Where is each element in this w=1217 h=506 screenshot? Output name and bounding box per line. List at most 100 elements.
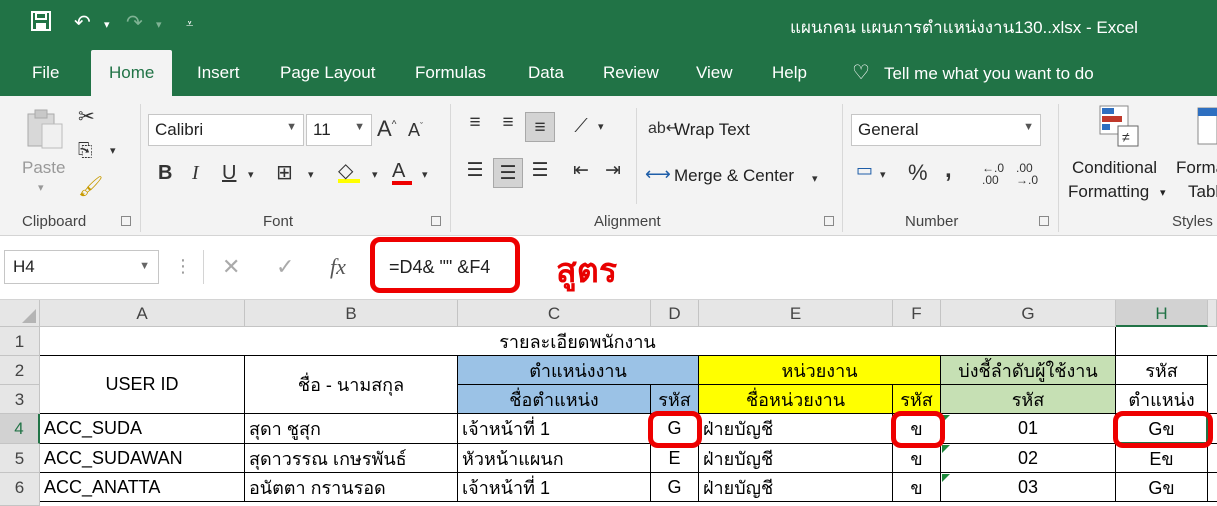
header-name[interactable]: ชื่อ - นามสกุล [245,356,458,414]
format-painter-icon[interactable]: 🖌 [78,174,103,199]
table-cell-combined[interactable]: Gข [1116,473,1208,502]
table-cell-position-code[interactable]: E [651,444,699,473]
row-header-3[interactable]: 3 [0,385,40,414]
align-bottom-icon[interactable]: ≡ [525,112,555,142]
cancel-icon[interactable]: ✕ [222,254,240,280]
align-right-icon[interactable]: ☰ [525,156,555,186]
conditional-formatting-label-1[interactable]: Conditional [1072,158,1157,178]
decrease-decimal-icon[interactable]: .00 →.0 [1016,162,1038,186]
column-header-f[interactable]: F [893,300,941,327]
table-cell-position-code[interactable]: G [651,473,699,502]
column-header-d[interactable]: D [651,300,699,327]
accounting-format-icon[interactable]: ▭ [856,160,873,181]
select-all-corner[interactable] [0,300,40,327]
accounting-dropdown-icon[interactable]: ▾ [880,168,886,181]
row-header-4[interactable]: 4 [0,414,40,444]
tab-formulas[interactable]: Formulas [415,63,486,83]
tell-me-search[interactable]: ♡ Tell me what you want to do [852,60,1094,85]
merge-center-button[interactable]: Merge & Center [674,166,794,186]
column-header-a[interactable]: A [40,300,245,327]
bold-icon[interactable]: B [158,162,172,185]
name-box[interactable]: H4 ▼ [4,250,159,284]
borders-icon[interactable]: ⊞ [276,160,293,185]
comma-style-icon[interactable]: , [945,156,952,184]
header-user-id[interactable]: USER ID [40,356,245,414]
italic-icon[interactable]: I [192,162,199,185]
tab-review[interactable]: Review [603,63,659,83]
table-cell-unit[interactable]: ฝ่ายบัญชี [699,414,893,444]
table-cell-name[interactable]: สุดาวรรณ เกษรพันธ์ [245,444,458,473]
table-cell-user-id[interactable]: ACC_SUDAWAN [40,444,245,473]
format-as-table-label-1[interactable]: Format [1176,158,1217,178]
tab-home[interactable]: Home [91,50,173,96]
increase-decimal-icon[interactable]: ←.0.00 [982,162,1004,186]
conditional-formatting-dropdown-icon[interactable]: ▾ [1160,186,1166,199]
align-center-icon[interactable]: ☰ [493,158,523,188]
orientation-icon[interactable]: ⟋ [566,112,596,142]
redo-dropdown-icon[interactable]: ▾ [156,18,162,31]
decrease-font-icon[interactable]: Aˇ [408,120,423,141]
cell-h1[interactable] [1116,327,1217,356]
column-header-i[interactable] [1208,300,1217,327]
header-unit-code[interactable]: รหัส [893,385,941,414]
cell-i6[interactable] [1208,473,1217,502]
column-header-h[interactable]: H [1116,300,1208,327]
header-h-position[interactable]: ตำแหน่ง [1116,385,1208,414]
row-header-1[interactable]: 1 [0,327,40,356]
header-unit-group[interactable]: หน่วยงาน [699,356,941,385]
font-size-dropdown[interactable]: 11 ▼ [306,114,372,146]
undo-dropdown-icon[interactable]: ▾ [104,18,110,31]
table-cell-seq[interactable]: 02 [941,444,1116,473]
font-color-dropdown-icon[interactable]: ▾ [422,168,428,181]
header-seq-code[interactable]: รหัส [941,385,1116,414]
column-header-c[interactable]: C [458,300,651,327]
undo-icon[interactable]: ↶ [74,10,91,35]
tab-data[interactable]: Data [528,63,564,83]
percent-icon[interactable]: % [908,160,928,186]
table-cell-seq[interactable]: 01 [941,414,1116,444]
wrap-text-button[interactable]: Wrap Text [674,120,750,140]
conditional-formatting-icon[interactable]: ≠ [1098,104,1142,153]
tab-view[interactable]: View [696,63,733,83]
fill-color-icon[interactable]: ◇ [338,158,360,183]
table-cell-user-id[interactable]: ACC_ANATTA [40,473,245,502]
table-cell-seq[interactable]: 03 [941,473,1116,502]
orientation-dropdown-icon[interactable]: ▾ [598,120,604,133]
table-cell-unit[interactable]: ฝ่ายบัญชี [699,444,893,473]
increase-font-icon[interactable]: A^ [377,116,396,142]
header-position-group[interactable]: ตำแหน่งงาน [458,356,699,385]
redo-icon[interactable]: ↷ [126,10,143,35]
align-top-icon[interactable]: ≡ [460,108,490,138]
column-header-b[interactable]: B [245,300,458,327]
paste-icon[interactable] [24,108,66,155]
table-cell-combined[interactable]: Eข [1116,444,1208,473]
header-position-name[interactable]: ชื่อตำแหน่ง [458,385,651,414]
tab-insert[interactable]: Insert [197,63,240,83]
column-header-e[interactable]: E [699,300,893,327]
header-seq-group[interactable]: บ่งชี้ลำดับผู้ใช้งาน [941,356,1116,385]
format-as-table-label-2[interactable]: Table [1188,182,1217,202]
increase-indent-icon[interactable]: ⇥ [598,156,628,186]
cut-icon[interactable]: ✂ [78,104,95,129]
insert-function-icon[interactable]: fx [330,254,346,280]
underline-dropdown-icon[interactable]: ▾ [248,168,254,181]
table-cell-name[interactable]: สุดา ชูสุก [245,414,458,444]
table-cell-unit[interactable]: ฝ่ายบัญชี [699,473,893,502]
more-options-icon[interactable]: ⋮ [174,256,192,277]
table-cell-user-id[interactable]: ACC_SUDA [40,414,245,444]
row-header-2[interactable]: 2 [0,356,40,385]
clipboard-launcher-icon[interactable] [121,216,131,226]
formula-input[interactable] [203,250,1217,284]
copy-dropdown-icon[interactable]: ▾ [110,144,116,157]
conditional-formatting-label-2[interactable]: Formatting [1068,182,1149,202]
table-cell-position[interactable]: หัวหน้าแผนก [458,444,651,473]
cell-i5[interactable] [1208,444,1217,473]
table-cell-position[interactable]: เจ้าหน้าที่ 1 [458,414,651,444]
paste-dropdown-icon[interactable]: ▾ [38,181,44,194]
merge-center-icon[interactable]: ⟷ [645,164,671,185]
table-cell-name[interactable]: อนัตตา กรานรอด [245,473,458,502]
tab-page-layout[interactable]: Page Layout [280,63,375,83]
header-h-code[interactable]: รหัส [1116,356,1208,385]
paste-label[interactable]: Paste [22,158,65,178]
sheet-title-cell[interactable]: รายละเอียดพนักงาน [40,327,1116,356]
